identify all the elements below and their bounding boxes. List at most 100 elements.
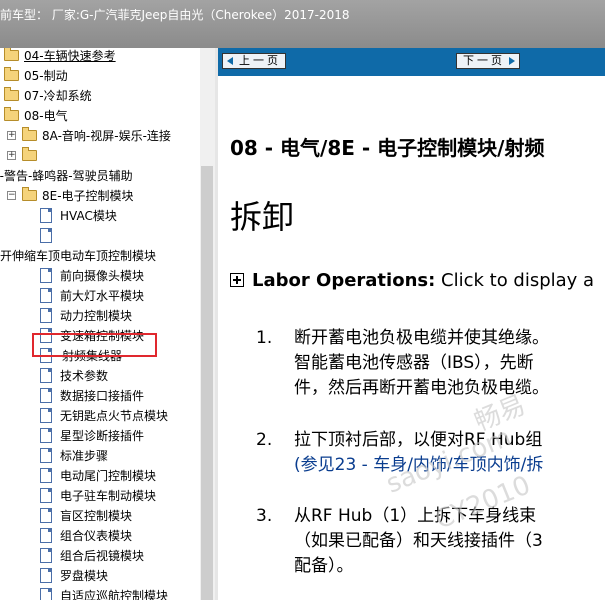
document-icon [40,368,52,383]
step-text: 断开蓄电池负极电缆并使其绝缘。 [294,328,549,348]
document-icon [40,268,52,283]
document-icon [40,448,52,463]
document-icon [40,228,52,243]
folder-icon [22,187,37,201]
step-number: 2. [256,430,273,450]
tree-item-label: 数据接口接插件 [60,389,145,403]
tree-item[interactable]: 数据接口接插件 [0,386,200,406]
step-text: 智能蓄电池传感器（IBS），先断 [294,353,534,373]
tree-item[interactable]: 前向摄像头模块 [0,266,200,286]
document-icon [40,468,52,483]
next-page-label: 下一页 [463,54,505,67]
tree-item-label: 组合后视镜模块 [60,549,145,563]
tree-item-label: 开伸缩车顶电动车顶控制模块 [0,249,157,263]
next-page-button[interactable]: 下一页 [456,53,520,69]
tree-item-label: 标准步骤 [60,449,109,463]
collapse-icon[interactable]: − [7,191,16,200]
document-icon [40,308,52,323]
tree-item[interactable]: HVAC模块 [0,206,200,226]
tree-item[interactable]: 04-车辆快速参考 [0,48,200,66]
tree-item-label: 前大灯水平模块 [60,289,145,303]
tree-item[interactable]: 星型诊断接插件 [0,426,200,446]
tree-item[interactable]: 电子驻车制动模块 [0,486,200,506]
tree-item[interactable]: 标准步骤 [0,446,200,466]
labor-operations-text: Click to display a [435,270,595,291]
tree-item[interactable] [0,226,200,246]
document-icon [40,508,52,523]
tree-item-label: 05-制动 [24,69,68,83]
tree-item[interactable]: − 8E-电子控制模块 [0,186,200,206]
tree-item-label: 3-警告-蜂鸣器-驾驶员辅助 [0,169,133,183]
tree-item-label: 盲区控制模块 [60,509,133,523]
tree-item[interactable]: 组合后视镜模块 [0,546,200,566]
tree-item[interactable]: 罗盘模块 [0,566,200,586]
tree-item[interactable]: 无钥匙点火节点模块 [0,406,200,426]
tree-item-label: 技术参数 [60,369,109,383]
tree-item-label: 罗盘模块 [60,569,109,583]
tree-item[interactable]: 技术参数 [0,366,200,386]
folder-icon [4,107,19,121]
tree-item-label: 电动尾门控制模块 [60,469,157,483]
tree-item[interactable]: 盲区控制模块 [0,506,200,526]
tree-item-label: 电子驻车制动模块 [60,489,157,503]
selection-highlight-box [32,333,157,357]
folder-icon [4,67,19,81]
page-nav-bar: 上一页 下一页 [218,48,605,74]
arrow-right-icon [509,57,515,65]
document-icon [40,568,52,583]
window-title: 前车型： 厂家:G-广汽菲克Jeep自由光（Cherokee）2017-2018 [0,8,350,22]
folder-icon [22,127,37,141]
tree-item-label: 08-电气 [24,109,68,123]
tree-item-label: 8A-音响-视屏-娱乐-连接 [42,129,171,143]
section-title: 拆卸 [230,198,295,236]
tree-item[interactable]: 07-冷却系统 [0,86,200,106]
labor-operations-bold: Labor Operations: [252,270,436,291]
tree-item[interactable]: 自适应巡航控制模块 [0,586,200,600]
document-icon [40,388,52,403]
arrow-left-icon [227,57,233,65]
step-text: 配备）。 [294,556,354,576]
folder-icon [22,147,37,161]
expand-icon[interactable]: + [7,131,16,140]
tree-item[interactable]: 开伸缩车顶电动车顶控制模块 [0,246,200,266]
document-icon [40,588,52,600]
tree-item[interactable]: 05-制动 [0,66,200,86]
labor-operations-toggle[interactable]: Labor Operations: Click to display a [230,270,594,291]
tree-item[interactable]: 组合仪表模块 [0,526,200,546]
tree-item-label: 组合仪表模块 [60,529,133,543]
tree-item-label: 8E-电子控制模块 [42,189,134,203]
tree-item[interactable]: 电动尾门控制模块 [0,466,200,486]
plus-icon [230,273,244,287]
tree-item-label: 04-车辆快速参考 [24,49,116,63]
document-icon [40,548,52,563]
tree-item[interactable]: 3-警告-蜂鸣器-驾驶员辅助 [0,166,200,186]
tree-scrollbar-thumb[interactable] [201,166,213,600]
tree-item[interactable]: 前大灯水平模块 [0,286,200,306]
tree-item[interactable]: +8A-音响-视屏-娱乐-连接 [0,126,200,146]
tree-item[interactable]: + [0,146,200,166]
step-number: 1. [256,328,273,348]
document-icon [40,488,52,503]
expand-icon[interactable]: + [7,151,16,160]
tree-item[interactable]: 08-电气 [0,106,200,126]
document-icon [40,288,52,303]
document-icon [40,208,52,223]
step-number: 3. [256,506,273,526]
nav-divider [218,74,605,76]
folder-icon [4,48,19,61]
document-icon [40,528,52,543]
navigation-tree[interactable]: 04-车辆快速参考 05-制动 07-冷却系统 08-电气 +8A-音响-视屏-娱乐-连… [0,48,200,600]
page-heading: 08 - 电气/8E - 电子控制模块/射频 [230,136,545,160]
document-icon [40,408,52,423]
document-icon [40,428,52,443]
tree-item[interactable]: 动力控制模块 [0,306,200,326]
tree-item-label: 前向摄像头模块 [60,269,145,283]
content-pane: 上一页 下一页 08 - 电气/8E - 电子控制模块/射频 拆卸 Labor … [218,48,605,600]
tree-item-label: 自适应巡航控制模块 [60,589,169,600]
tree-item-label: 07-冷却系统 [24,89,92,103]
tree-item-label: 动力控制模块 [60,309,133,323]
prev-page-button[interactable]: 上一页 [222,53,286,69]
prev-page-label: 上一页 [239,54,281,67]
step-text: （如果已配备）和天线接插件（3 [294,531,543,551]
window-title-bar: 前车型： 厂家:G-广汽菲克Jeep自由光（Cherokee）2017-2018 [0,0,605,48]
